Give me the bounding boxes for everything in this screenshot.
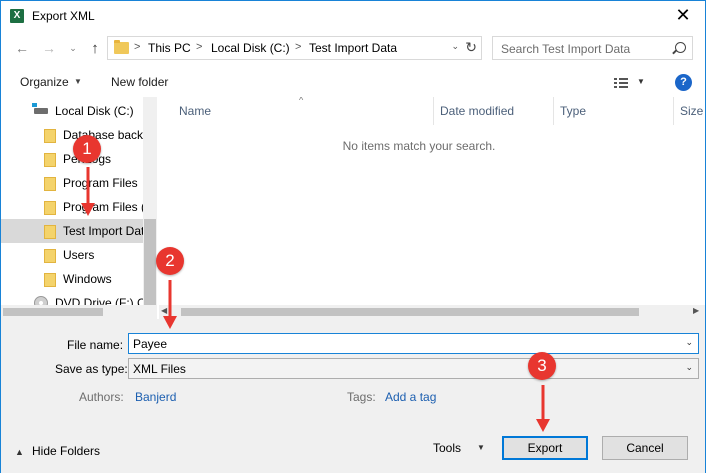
- view-dropdown-icon[interactable]: ▼: [637, 77, 645, 86]
- file-name-input[interactable]: Payee ⌄: [128, 333, 699, 354]
- organize-dropdown-icon[interactable]: ▼: [74, 77, 82, 86]
- title-bar: X Export XML ✕: [1, 1, 705, 31]
- authors-label: Authors:: [79, 390, 124, 404]
- help-icon[interactable]: ?: [675, 74, 692, 91]
- column-divider[interactable]: [553, 97, 554, 125]
- tools-button[interactable]: Tools: [433, 441, 461, 455]
- refresh-icon[interactable]: ↻: [465, 39, 477, 56]
- column-divider[interactable]: [433, 97, 434, 125]
- folder-icon: [114, 40, 129, 54]
- hide-folders-button[interactable]: Hide Folders: [32, 444, 100, 458]
- organize-button[interactable]: Organize: [20, 75, 69, 89]
- column-header-size[interactable]: Size: [680, 104, 703, 118]
- save-options-panel: File name: Payee ⌄ Save as type: XML Fil…: [1, 319, 705, 473]
- close-icon[interactable]: ✕: [673, 5, 693, 25]
- scroll-right-icon[interactable]: ▶: [693, 306, 699, 315]
- folder-icon: [44, 177, 56, 191]
- tools-dropdown-icon[interactable]: ▼: [477, 443, 485, 452]
- folder-icon: [44, 273, 56, 287]
- cancel-button[interactable]: Cancel: [602, 436, 688, 460]
- column-header-date-modified[interactable]: Date modified: [440, 104, 514, 118]
- view-options-icon[interactable]: [614, 78, 628, 88]
- forward-arrow-icon[interactable]: →: [41, 40, 57, 56]
- folder-icon: [44, 201, 56, 215]
- file-list: ^ Name Date modified Type Size No items …: [159, 97, 705, 319]
- export-xml-dialog: X Export XML ✕ ← → ⌄ ↑ > This PC > Local…: [0, 0, 706, 473]
- file-list-hscroll-thumb[interactable]: [181, 308, 639, 316]
- nav-item-label: Windows: [63, 272, 112, 286]
- callout-badge-3: 3: [528, 352, 556, 380]
- chevron-down-icon[interactable]: ⌄: [685, 337, 693, 348]
- export-button[interactable]: Export: [502, 436, 588, 460]
- callout-badge-1: 1: [73, 135, 101, 163]
- column-header-type[interactable]: Type: [560, 104, 586, 118]
- authors-value[interactable]: Banjerd: [135, 390, 176, 404]
- nav-item-label: Program Files: [63, 176, 138, 190]
- column-header-name[interactable]: Name: [179, 104, 211, 118]
- callout-arrow-3: [536, 385, 550, 432]
- nav-item-label: Program Files (: [63, 200, 146, 214]
- dialog-title: Export XML: [32, 9, 95, 23]
- nav-item-label: Users: [63, 248, 95, 262]
- file-name-value: Payee: [133, 337, 168, 351]
- add-tag-link[interactable]: Add a tag: [385, 390, 436, 404]
- search-placeholder: Search Test Import Data: [501, 42, 631, 56]
- nav-item-label: Local Disk (C:): [55, 104, 134, 118]
- recent-locations-chevron-icon[interactable]: ⌄: [65, 43, 81, 54]
- nav-item-test-import-data-selected[interactable]: Test Import Dat: [1, 219, 157, 243]
- save-as-type-label: Save as type:: [55, 362, 128, 376]
- navigation-pane: Local Disk (C:) Database backu PerfLogs …: [1, 97, 157, 319]
- command-bar: Organize ▼ New folder ▼ ?: [1, 67, 705, 97]
- back-arrow-icon[interactable]: ←: [14, 40, 30, 56]
- callout-badge-2: 2: [156, 247, 184, 275]
- address-dropdown-icon[interactable]: ⌄: [451, 41, 459, 52]
- folder-icon: [44, 153, 56, 167]
- new-folder-button[interactable]: New folder: [111, 75, 168, 89]
- save-as-type-select[interactable]: XML Files ⌄: [128, 358, 699, 379]
- nav-item-folder[interactable]: Program Files: [1, 171, 157, 195]
- sort-caret-icon: ^: [299, 97, 304, 105]
- chevron-down-icon[interactable]: ⌄: [685, 362, 693, 373]
- nav-item-local-disk[interactable]: Local Disk (C:): [1, 99, 157, 123]
- nav-item-folder[interactable]: Users: [1, 243, 157, 267]
- breadcrumb-this-pc[interactable]: This PC: [148, 41, 191, 55]
- column-divider[interactable]: [673, 97, 674, 125]
- empty-list-message: No items match your search.: [342, 139, 496, 153]
- nav-pane-scroll-thumb[interactable]: [144, 219, 156, 305]
- save-as-type-value: XML Files: [133, 362, 186, 376]
- breadcrumb-separator: >: [196, 41, 203, 53]
- file-name-label: File name:: [67, 338, 124, 352]
- nav-pane-hscroll-thumb[interactable]: [3, 308, 103, 316]
- chevron-up-icon[interactable]: ▲: [15, 447, 24, 457]
- tags-label: Tags:: [347, 390, 376, 404]
- folder-icon: [44, 249, 56, 263]
- hard-drive-icon: [32, 103, 48, 114]
- excel-app-icon: X: [10, 9, 24, 23]
- breadcrumb-separator: >: [295, 41, 302, 53]
- breadcrumb-test-import-data[interactable]: Test Import Data: [309, 41, 397, 55]
- breadcrumb-separator: >: [134, 41, 141, 53]
- up-arrow-icon[interactable]: ↑: [87, 40, 103, 57]
- breadcrumb-local-disk[interactable]: Local Disk (C:): [211, 41, 290, 55]
- nav-item-folder[interactable]: Program Files (: [1, 195, 157, 219]
- nav-item-folder[interactable]: Windows: [1, 267, 157, 291]
- address-bar[interactable]: > This PC > Local Disk (C:) > Test Impor…: [107, 36, 482, 60]
- navigation-bar: ← → ⌄ ↑ > This PC > Local Disk (C:) > Te…: [1, 31, 705, 67]
- folder-icon: [44, 129, 56, 143]
- nav-item-label: Test Import Dat: [63, 224, 145, 238]
- folder-icon: [44, 225, 56, 239]
- search-icon[interactable]: [675, 42, 686, 53]
- callout-arrow-2: [163, 280, 177, 329]
- callout-arrow-1: [81, 167, 95, 216]
- search-input[interactable]: Search Test Import Data: [492, 36, 693, 60]
